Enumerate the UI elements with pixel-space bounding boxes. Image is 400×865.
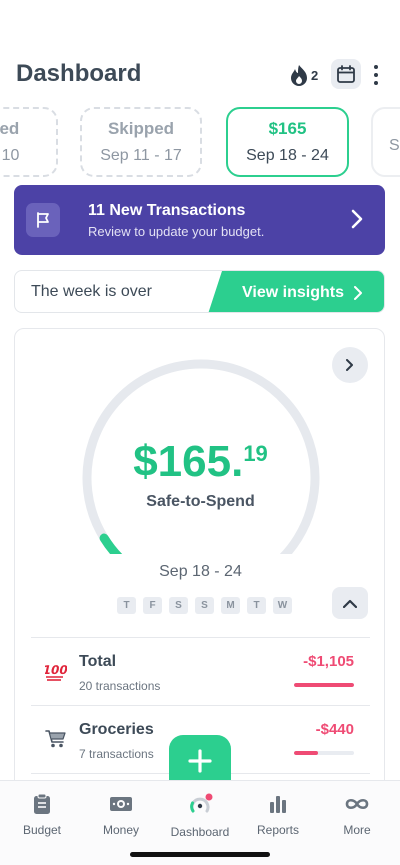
collapse-button[interactable] xyxy=(332,587,368,619)
weekday-tuesday: T xyxy=(117,597,136,614)
dot-icon xyxy=(374,65,378,69)
category-progress-track xyxy=(294,751,354,755)
chevron-right-icon xyxy=(346,359,353,371)
nav-item-reports[interactable]: Reports xyxy=(238,793,318,837)
week-card-range: Sep 18 - 24 xyxy=(246,147,329,164)
week-over-bar: The week is over View insights xyxy=(14,270,385,313)
category-progress-track xyxy=(294,683,354,687)
week-over-text: The week is over xyxy=(31,283,152,300)
new-transactions-banner[interactable]: 11 New Transactions Review to update you… xyxy=(14,185,385,255)
amount-cents: 19 xyxy=(243,441,268,466)
page-title: Dashboard xyxy=(16,60,142,87)
plus-icon xyxy=(188,749,212,773)
week-card-label: Skipped xyxy=(107,119,175,138)
flame-icon xyxy=(291,65,307,86)
safe-to-spend-label: Safe-to-Spend xyxy=(146,493,255,510)
infinity-icon xyxy=(345,798,369,810)
chevron-right-icon xyxy=(353,285,362,300)
dot-icon xyxy=(374,73,378,77)
nav-label: Reports xyxy=(256,823,300,837)
amount-main: $165. xyxy=(133,437,244,486)
week-card-previous-1[interactable]: Skipped Sep 11 - 17 xyxy=(80,107,202,177)
week-selector: pped 4 - 10 Skipped Sep 11 - 17 $165 Sep… xyxy=(0,107,400,179)
streak-count: 2 xyxy=(311,67,319,83)
shopping-cart-icon xyxy=(45,730,66,748)
bottom-navigation: Budget Money Dashboard Reports More xyxy=(0,780,400,865)
nav-item-budget[interactable]: Budget xyxy=(2,793,82,837)
category-name: Groceries xyxy=(79,721,154,738)
week-card-current[interactable]: $165 Sep 18 - 24 xyxy=(226,107,349,177)
clipboard-icon xyxy=(34,793,50,814)
view-insights-label: View insights xyxy=(242,283,344,301)
home-indicator xyxy=(130,852,270,857)
week-card-label: $165 xyxy=(268,119,307,138)
streak-indicator[interactable]: 2 xyxy=(289,64,318,86)
nav-item-more[interactable]: More xyxy=(317,793,397,837)
svg-text:100: 100 xyxy=(45,663,67,677)
nav-label: Money xyxy=(102,823,140,837)
week-card-label: pped xyxy=(0,119,20,138)
hundred-points-icon: 100 xyxy=(45,663,67,681)
nav-label: Budget xyxy=(22,823,62,837)
week-card-range: 4 - 10 xyxy=(0,147,20,164)
category-name: Total xyxy=(79,653,117,670)
banner-subtitle: Review to update your budget. xyxy=(88,223,265,239)
week-card-next[interactable]: Se xyxy=(371,107,400,177)
nav-label: Dashboard xyxy=(170,825,230,839)
weekday-saturday: S xyxy=(169,597,188,614)
week-card-previous-2[interactable]: pped 4 - 10 xyxy=(0,107,58,177)
category-progress-fill xyxy=(294,751,318,755)
category-value: -$440 xyxy=(315,721,354,738)
gauge-fill xyxy=(99,533,123,554)
category-progress-fill xyxy=(294,683,354,687)
safe-to-spend-amount: $165.19 xyxy=(15,437,384,487)
category-value: -$1,105 xyxy=(303,653,354,670)
flag-icon xyxy=(26,203,60,237)
category-count: 20 transactions xyxy=(79,679,161,693)
nav-item-money[interactable]: Money xyxy=(81,793,161,837)
weekday-tuesday-2: T xyxy=(247,597,266,614)
more-options-button[interactable] xyxy=(366,62,386,88)
dot-icon xyxy=(374,81,378,85)
chevron-right-icon xyxy=(351,209,363,229)
weekday-wednesday: W xyxy=(273,597,292,614)
safe-to-spend-card: $165.19 Safe-to-Spend Sep 18 - 24 T F S … xyxy=(14,328,385,798)
nav-label: More xyxy=(343,823,371,837)
category-count: 7 transactions xyxy=(79,747,154,761)
weekday-friday: F xyxy=(143,597,162,614)
view-insights-button[interactable]: View insights xyxy=(208,271,384,312)
week-card-range: Sep 11 - 17 xyxy=(100,147,182,164)
divider xyxy=(31,705,370,706)
week-card-range: Se xyxy=(389,137,400,154)
bar-chart-icon xyxy=(270,796,286,813)
weekday-strip: T F S S M T W xyxy=(117,597,292,614)
calendar-icon xyxy=(337,65,355,83)
dashboard-gauge-icon xyxy=(190,793,213,813)
chevron-up-icon xyxy=(343,599,357,608)
next-week-button[interactable] xyxy=(332,347,368,383)
weekday-monday: M xyxy=(221,597,240,614)
week-range-label: Sep 18 - 24 xyxy=(159,563,242,580)
divider xyxy=(31,637,370,638)
category-row-total[interactable]: 100 Total 20 transactions -$1,105 xyxy=(31,639,370,707)
banner-title: 11 New Transactions xyxy=(88,201,246,219)
header: Dashboard 2 xyxy=(0,58,400,94)
nav-item-dashboard[interactable]: Dashboard xyxy=(160,793,240,839)
weekday-sunday: S xyxy=(195,597,214,614)
money-icon xyxy=(110,797,132,811)
calendar-button[interactable] xyxy=(331,59,361,89)
